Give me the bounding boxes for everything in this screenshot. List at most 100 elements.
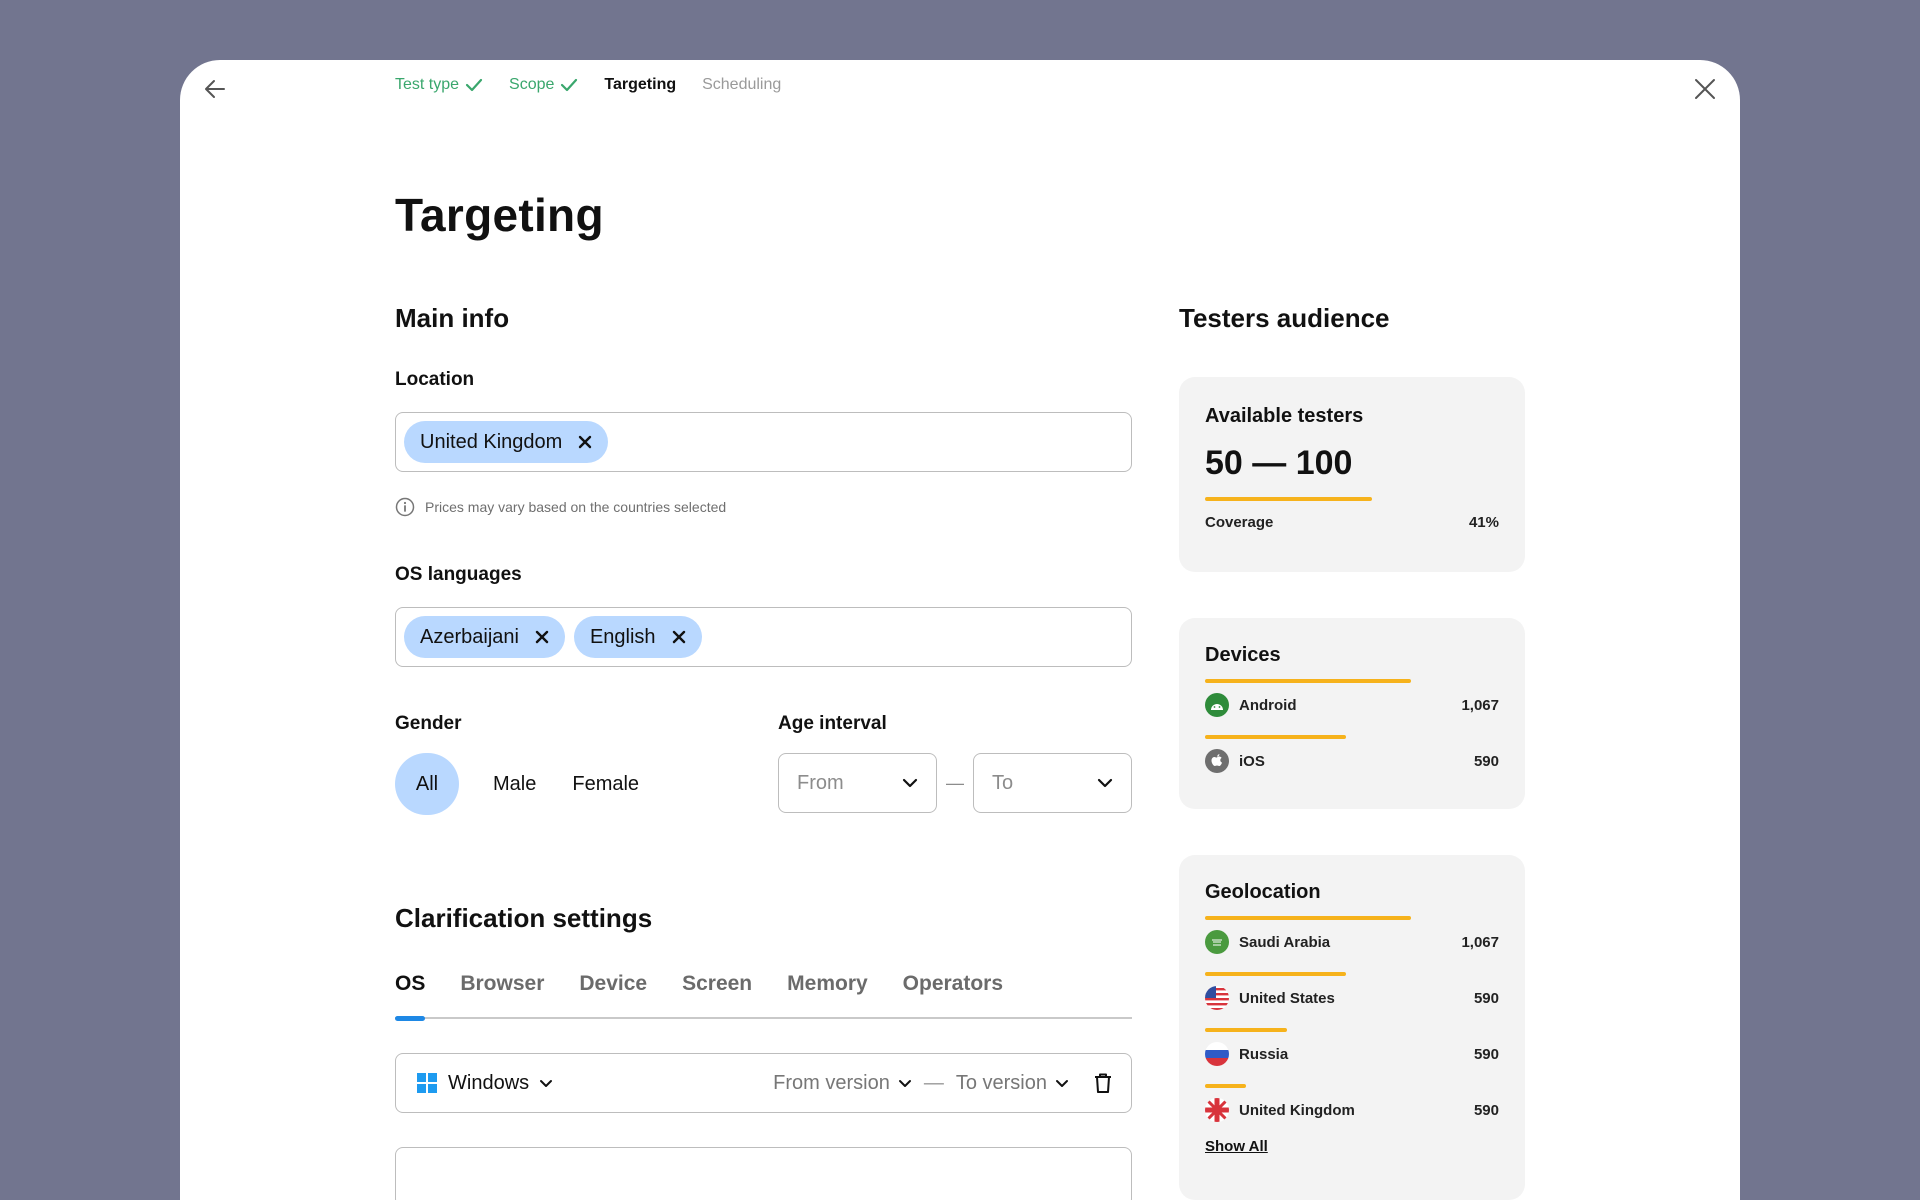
os-languages-label: OS languages (395, 564, 522, 585)
geo-row: Saudi Arabia 1,067 (1205, 930, 1499, 954)
coverage-bar (1205, 497, 1372, 501)
back-button[interactable] (194, 68, 236, 110)
geo-bar (1205, 1084, 1246, 1088)
coverage-label: Coverage (1205, 514, 1274, 531)
geolocation-title: Geolocation (1205, 881, 1321, 903)
geo-bar (1205, 1028, 1287, 1032)
close-icon (672, 630, 685, 644)
device-name: iOS (1239, 752, 1265, 770)
geo-row: United States 590 (1205, 986, 1499, 1010)
os-name: Windows (448, 1071, 530, 1094)
tab-device[interactable]: Device (579, 972, 647, 1017)
device-bar (1205, 679, 1411, 683)
location-chip: United Kingdom (404, 421, 609, 463)
close-icon (579, 435, 592, 449)
arrow-left-icon (205, 80, 225, 98)
show-all-link[interactable]: Show All (1205, 1138, 1499, 1155)
device-bar (1205, 735, 1346, 739)
saudi-arabia-flag-icon (1205, 930, 1229, 954)
testers-range: 50 — 100 (1205, 444, 1353, 482)
step-label: Scheduling (702, 76, 782, 93)
remove-chip-button[interactable] (672, 630, 686, 644)
coverage-row: Coverage 41% (1205, 514, 1499, 531)
tab-memory[interactable]: Memory (787, 972, 868, 1017)
geo-count: 590 (1473, 1045, 1499, 1063)
russia-flag-icon (1205, 1042, 1229, 1066)
gender-options: All Male Female (395, 753, 778, 815)
geo-row: United Kingdom 590 (1205, 1098, 1499, 1122)
gender-option-female[interactable]: Female (572, 753, 639, 815)
device-row: iOS 590 (1205, 749, 1499, 773)
step-label: Scope (509, 76, 555, 93)
chip-label: United Kingdom (420, 430, 563, 453)
close-button[interactable] (1684, 68, 1726, 110)
delete-button[interactable] (1093, 1072, 1113, 1094)
age-separator: — (946, 772, 964, 793)
age-selects: From — To (778, 753, 1132, 813)
step-scheduling[interactable]: Scheduling (702, 76, 781, 94)
close-icon (535, 630, 549, 644)
tab-operators[interactable]: Operators (903, 972, 1003, 1017)
check-icon (465, 78, 483, 92)
geo-count: 1,067 (1461, 933, 1499, 951)
age-to-select[interactable]: To (973, 753, 1132, 813)
select-value: From version (773, 1071, 890, 1094)
step-targeting[interactable]: Targeting (604, 76, 676, 94)
coverage-value: 41% (1468, 514, 1499, 531)
from-version-select[interactable]: From version (773, 1072, 912, 1095)
chevron-down-icon (540, 1079, 553, 1087)
page-title: Targeting (395, 189, 604, 241)
age-group: Age interval From — To (778, 713, 1132, 815)
testers-audience-title: Testers audience (1179, 303, 1390, 333)
to-version-select[interactable]: To version (956, 1072, 1069, 1095)
step-test-type[interactable]: Test type (395, 76, 483, 94)
age-interval-label: Age interval (778, 713, 887, 734)
gender-group: Gender All Male Female (395, 713, 778, 815)
chevron-down-icon (902, 778, 918, 788)
clarification-settings-title: Clarification settings (395, 903, 653, 933)
os-version-row: Windows From version — To version (395, 1053, 1132, 1113)
location-label: Location (395, 369, 475, 390)
age-from-select[interactable]: From (778, 753, 937, 813)
chip-label: Azerbaijani (420, 625, 519, 648)
version-separator: — (923, 1071, 944, 1094)
gender-option-all[interactable]: All (395, 753, 459, 815)
windows-icon (417, 1073, 437, 1093)
language-chip: English (573, 616, 702, 658)
tab-screen[interactable]: Screen (682, 972, 752, 1017)
step-label: Targeting (604, 76, 677, 93)
gender-age-row: Gender All Male Female Age interval From… (395, 713, 1132, 815)
remove-chip-button[interactable] (535, 630, 549, 644)
location-hint: Prices may vary based on the countries s… (395, 497, 1132, 517)
remove-chip-button[interactable] (578, 435, 592, 449)
stepper: Test type Scope Targeting Scheduling (395, 76, 781, 94)
geo-name: United States (1239, 989, 1335, 1007)
tab-browser[interactable]: Browser (460, 972, 544, 1017)
select-value: To (992, 771, 1014, 794)
geo-count: 590 (1473, 989, 1499, 1007)
main-info-title: Main info (395, 303, 510, 333)
geo-row: Russia 590 (1205, 1042, 1499, 1066)
step-scope[interactable]: Scope (509, 76, 578, 94)
united-kingdom-flag-icon (1205, 1098, 1229, 1122)
chevron-down-icon (898, 1079, 911, 1087)
testers-audience-column: Testers audience Available testers 50 — … (1179, 303, 1525, 1200)
main-info-column: Main info Location United Kingdom Prices… (395, 303, 1132, 1200)
device-row: Android 1,067 (1205, 693, 1499, 717)
available-testers-card: Available testers 50 — 100 Coverage 41% (1179, 377, 1525, 572)
os-languages-field[interactable]: Azerbaijani English (395, 607, 1132, 667)
location-field[interactable]: United Kingdom (395, 412, 1132, 472)
android-icon (1205, 693, 1229, 717)
geo-name: Saudi Arabia (1239, 933, 1331, 951)
gender-label: Gender (395, 713, 462, 734)
tab-os[interactable]: OS (395, 972, 426, 1021)
select-value: To version (955, 1071, 1047, 1094)
gender-option-male[interactable]: Male (493, 753, 536, 815)
targeting-modal: Test type Scope Targeting Scheduling Tar… (180, 60, 1740, 1200)
os-select[interactable]: Windows (416, 1072, 553, 1095)
language-chip: Azerbaijani (404, 616, 565, 658)
clarification-tabs: OS Browser Device Screen Memory Operator… (395, 972, 1132, 1021)
device-count: 1,067 (1461, 696, 1499, 714)
united-states-flag-icon (1205, 986, 1229, 1010)
os-version-row-next (395, 1147, 1132, 1200)
